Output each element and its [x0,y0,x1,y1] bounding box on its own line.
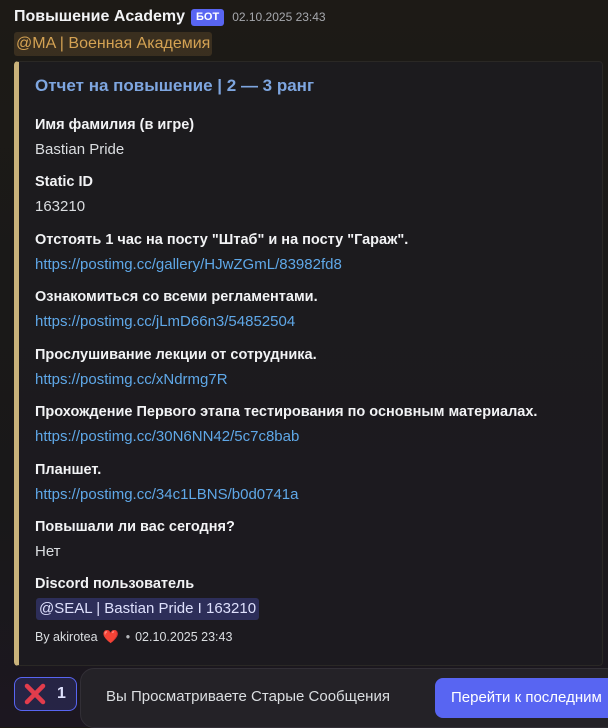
embed-field: Имя фамилия (в игре) Bastian Pride [35,115,194,161]
field-name: Прохождение Первого этапа тестирования п… [35,404,538,420]
field-name: Отстоять 1 час на посту "Штаб" и на пост… [35,232,409,248]
footer-author: By akirotea [35,630,98,644]
field-value: Bastian Pride [35,141,125,158]
embed-field: Static ID 163210 [35,172,93,218]
field-link[interactable]: https://postimg.cc/34c1LBNS/b0d0741a [35,484,299,506]
embed-footer: By akirotea ❤️ • 02.10.2025 23:43 [35,629,232,645]
cross-mark-icon [24,683,46,705]
bot-tag: БОТ [191,8,225,26]
footer-timestamp: 02.10.2025 23:43 [135,630,233,644]
field-value: Нет [35,543,61,560]
field-link[interactable]: https://postimg.cc/xNdrmg7R [35,369,317,391]
field-link[interactable]: https://postimg.cc/30N6NN42/5c7c8bab [35,426,537,448]
jump-to-present-button[interactable]: Перейти к последним [435,678,608,718]
role-mention[interactable]: @MA | Военная Академия [14,32,213,56]
field-name: Прослушивание лекции от сотрудника. [35,347,317,363]
embed-title: Отчет на повышение | 2 — 3 ранг [35,76,315,95]
embed-field: Прослушивание лекции от сотрудника. http… [35,345,317,391]
field-name: Ознакомиться со всеми регламентами. [35,289,318,305]
field-value: 163210 [35,198,86,215]
field-name: Имя фамилия (в игре) [35,117,195,133]
field-name: Повышали ли вас сегодня? [35,519,235,535]
message-author[interactable]: Повышение Academy [14,8,185,26]
field-link[interactable]: https://postimg.cc/gallery/HJwZGmL/83982… [35,254,408,276]
field-link[interactable]: https://postimg.cc/jLmD66n3/54852504 [35,311,318,333]
jump-bar: Вы Просматриваете Старые Сообщения Перей… [80,668,608,728]
user-mention[interactable]: @SEAL | Bastian Pride I 163210 [36,598,260,620]
embed-field: Планшет. https://postimg.cc/34c1LBNS/b0d… [35,460,299,506]
reaction-button[interactable]: 1 [14,677,77,711]
embed-field: Повышали ли вас сегодня? Нет [35,517,235,563]
embed-field: Отстоять 1 час на посту "Штаб" и на пост… [35,230,408,276]
field-name: Discord пользователь [35,576,195,592]
embed-field: Discord пользователь @SEAL | Bastian Pri… [35,574,260,620]
embed-field: Ознакомиться со всеми регламентами. http… [35,287,318,333]
message-timestamp[interactable]: 02.10.2025 23:43 [232,10,325,24]
reaction-count: 1 [57,685,66,702]
embed-field: Прохождение Первого этапа тестирования п… [35,402,537,448]
heart-icon: ❤️ [102,629,119,644]
message-header: Повышение Academy БОТ 02.10.2025 23:43 [14,6,326,28]
footer-separator: • [125,630,131,644]
embed: Отчет на повышение | 2 — 3 ранг Имя фами… [14,61,603,666]
field-name: Планшет. [35,462,102,478]
jump-bar-text: Вы Просматриваете Старые Сообщения [106,688,390,705]
field-name: Static ID [35,174,94,190]
